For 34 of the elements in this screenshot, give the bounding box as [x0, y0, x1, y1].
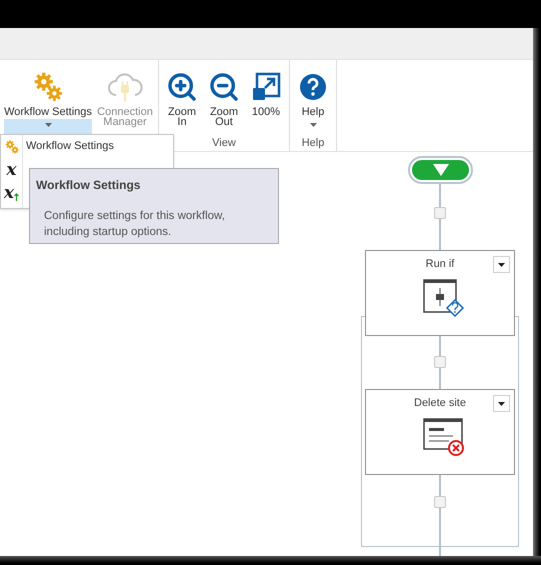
caret-icon	[498, 262, 505, 266]
cloud-plug-icon	[107, 71, 143, 103]
ribbon-button[interactable]: Zoom In	[163, 60, 201, 134]
action-card[interactable]: Delete site	[365, 389, 515, 475]
connector-handle[interactable]	[434, 356, 446, 368]
ribbon-button[interactable]: 100%	[247, 60, 285, 134]
action-title: Delete site	[414, 396, 466, 411]
condition-icon	[423, 278, 467, 316]
caret-icon	[310, 123, 316, 127]
tooltip-text: Configure settings for this workflow, including startup options.	[43, 209, 226, 240]
zoom-out-icon	[208, 71, 240, 103]
group-label: View	[212, 136, 236, 151]
help-icon	[299, 73, 327, 101]
gears-icon	[4, 138, 20, 154]
action-title: Run if	[426, 257, 454, 272]
ribbon-button[interactable]: Zoom Out	[205, 60, 243, 134]
start-node[interactable]	[408, 156, 473, 184]
dropdown-button[interactable]	[493, 256, 510, 273]
tooltip-title: Workflow Settings	[36, 177, 142, 194]
workflow-settings-button[interactable]: Workflow Settings	[4, 60, 92, 134]
expand-icon	[251, 72, 281, 102]
ribbon-button[interactable]: Help	[294, 60, 332, 134]
connector-handle[interactable]	[434, 496, 446, 508]
group-label: Help	[302, 136, 324, 151]
dropdown-button[interactable]	[493, 395, 510, 412]
action-card[interactable]: Run if	[365, 250, 515, 336]
menu-item[interactable]: Workflow Settings	[26, 138, 114, 155]
delete-page-icon	[423, 418, 467, 456]
connector-handle[interactable]	[434, 207, 446, 219]
caret-icon	[498, 402, 505, 406]
caret-icon	[44, 123, 52, 127]
triangle-icon	[432, 164, 448, 176]
variable-icon: x	[6, 162, 17, 178]
zoom-in-icon	[166, 71, 198, 103]
